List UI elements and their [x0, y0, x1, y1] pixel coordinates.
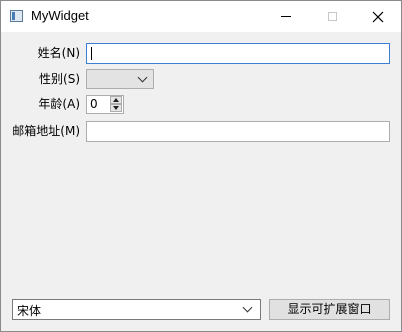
maximize-icon: [327, 12, 337, 21]
spin-down-button[interactable]: [110, 104, 122, 112]
minimize-icon: [281, 16, 291, 17]
name-input[interactable]: [86, 43, 390, 64]
spin-up-button[interactable]: [110, 96, 122, 104]
name-label: 姓名(N): [37, 46, 80, 60]
age-value: 0: [90, 97, 98, 111]
maximize-button[interactable]: [309, 1, 355, 32]
text-caret: [91, 47, 92, 60]
chevron-down-icon: [242, 302, 253, 313]
title-bar[interactable]: MyWidget: [1, 1, 401, 32]
chevron-down-icon: [137, 72, 148, 83]
gender-label: 性别(S): [39, 72, 80, 86]
font-select-value: 宋体: [17, 304, 42, 318]
gender-select[interactable]: [86, 69, 154, 89]
email-input[interactable]: [86, 121, 390, 142]
arrow-up-icon: [113, 98, 119, 102]
arrow-down-icon: [113, 106, 119, 110]
main-window: MyWidget 姓名(N) 性别(S) 年龄(A) 0 邮箱地址(M) 宋体 …: [0, 0, 402, 332]
show-expandable-window-button[interactable]: 显示可扩展窗口: [269, 299, 390, 320]
window-title: MyWidget: [31, 8, 89, 23]
age-spinbox[interactable]: 0: [86, 95, 124, 114]
close-button[interactable]: [355, 1, 401, 32]
font-select[interactable]: 宋体: [12, 299, 261, 320]
app-icon: [10, 10, 23, 22]
age-label: 年龄(A): [38, 97, 80, 111]
minimize-button[interactable]: [263, 1, 309, 32]
close-icon: [372, 11, 384, 22]
email-label: 邮箱地址(M): [12, 124, 80, 138]
